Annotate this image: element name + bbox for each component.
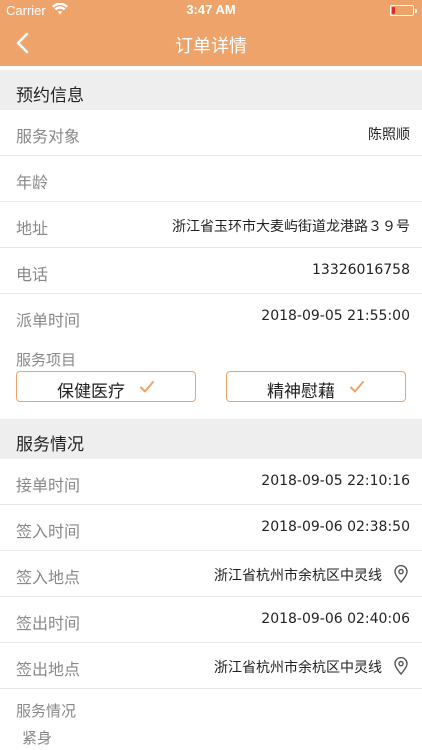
row-label: 年龄 <box>16 173 49 192</box>
service-items-label: 服务项目 <box>16 351 77 369</box>
checkmark-icon <box>140 381 154 393</box>
battery-level <box>392 7 395 14</box>
row-dispatch-time: 派单时间 2018-09-05 21:55:00 <box>0 294 422 340</box>
checkmark-icon <box>350 381 364 393</box>
row-checkin-time: 签入时间 2018-09-06 02:38:50 <box>0 505 422 551</box>
row-value: 2018-09-05 21:55:00 <box>261 308 410 324</box>
section-title: 服务情况 <box>16 435 84 455</box>
section-title: 预约信息 <box>16 86 84 106</box>
row-value: 13326016758 <box>312 262 410 278</box>
service-status-value: 紧身 <box>22 729 53 747</box>
service-item-tag[interactable]: 保健医疗 <box>16 371 196 402</box>
battery-icon <box>390 5 417 16</box>
row-value: 浙江省杭州市余杭区中灵线 <box>214 568 382 584</box>
row-value: 2018-09-05 22:10:16 <box>261 473 410 489</box>
nav-bar: 订单详情 <box>0 20 422 66</box>
row-age: 年龄 <box>0 156 422 202</box>
row-value: 陈照顺 <box>368 127 410 143</box>
row-label: 地址 <box>16 219 49 238</box>
row-service-target: 服务对象 陈照顺 <box>0 110 422 156</box>
section-header-booking: 预约信息 <box>0 70 422 110</box>
row-label: 签出地点 <box>16 660 81 679</box>
service-item-tag[interactable]: 精神慰藉 <box>226 371 406 402</box>
row-checkin-location: 签入地点 浙江省杭州市余杭区中灵线 <box>0 551 422 597</box>
row-label: 签入时间 <box>16 522 81 541</box>
row-value: 浙江省玉环市大麦屿街道龙港路３９号 <box>172 219 410 235</box>
status-bar: Carrier 3:47 AM <box>0 0 422 20</box>
row-value: 浙江省杭州市余杭区中灵线 <box>214 660 382 676</box>
section-header-service: 服务情况 <box>0 419 422 459</box>
row-label: 签入地点 <box>16 568 81 587</box>
row-label: 派单时间 <box>16 311 81 330</box>
location-pin-icon[interactable] <box>393 565 409 583</box>
row-label: 接单时间 <box>16 476 81 495</box>
row-value: 2018-09-06 02:40:06 <box>261 611 410 627</box>
row-phone: 电话 13326016758 <box>0 248 422 294</box>
service-status-label: 服务情况 <box>16 702 77 720</box>
row-value: 2018-09-06 02:38:50 <box>261 519 410 535</box>
location-pin-icon[interactable] <box>393 657 409 675</box>
page-title: 订单详情 <box>175 36 247 57</box>
service-item-label: 保健医疗 <box>57 382 125 402</box>
clock: 3:47 AM <box>186 2 236 17</box>
row-label: 电话 <box>16 265 49 284</box>
row-label: 签出时间 <box>16 614 81 633</box>
service-item-label: 精神慰藉 <box>267 382 335 402</box>
row-accept-time: 接单时间 2018-09-05 22:10:16 <box>0 459 422 505</box>
row-checkout-location: 签出地点 浙江省杭州市余杭区中灵线 <box>0 643 422 689</box>
row-checkout-time: 签出时间 2018-09-06 02:40:06 <box>0 597 422 643</box>
row-label: 服务对象 <box>16 127 81 146</box>
row-address: 地址 浙江省玉环市大麦屿街道龙港路３９号 <box>0 202 422 248</box>
